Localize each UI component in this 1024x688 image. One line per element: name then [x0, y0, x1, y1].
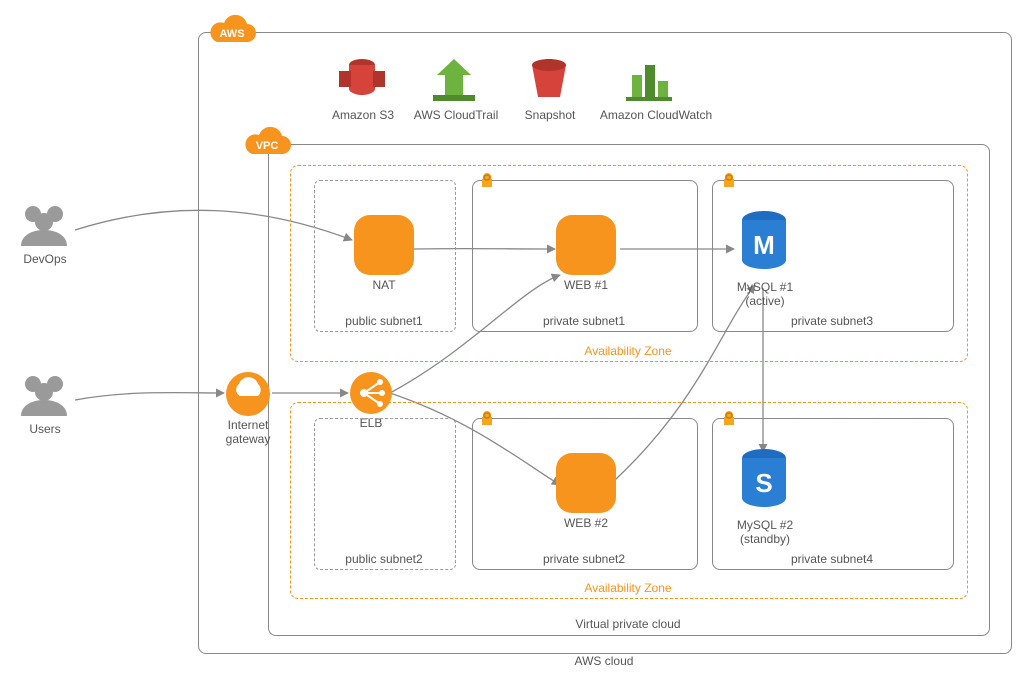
mysql2-role: (standby)	[720, 532, 810, 546]
lock-icon	[722, 410, 736, 426]
internet-gateway-icon	[226, 372, 270, 416]
lock-icon	[480, 410, 494, 426]
users-icon	[15, 370, 75, 420]
diagram: AWS cloud AWS Amazon S3 AWS CloudTrail S…	[0, 0, 1024, 688]
svg-text:M: M	[753, 230, 775, 260]
web1-label: WEB #1	[536, 278, 636, 292]
snapshot-label: Snapshot	[510, 108, 590, 122]
lock-icon	[480, 172, 494, 188]
users-label: Users	[10, 422, 80, 436]
az1-label: Availability Zone	[290, 344, 966, 358]
private-subnet1-label: private subnet1	[472, 314, 696, 328]
igw-label2: gateway	[210, 432, 286, 446]
private-subnet2-label: private subnet2	[472, 552, 696, 566]
mysql1-icon: M	[738, 210, 790, 278]
public-subnet1-label: public subnet1	[314, 314, 454, 328]
az2-label: Availability Zone	[290, 581, 966, 595]
mysql2-name: MySQL #2	[720, 518, 810, 532]
public-subnet2	[314, 418, 456, 570]
cloudwatch-icon	[622, 55, 676, 105]
svg-text:S: S	[755, 468, 772, 498]
aws-cloud-label: AWS cloud	[198, 654, 1010, 668]
vpc-label: Virtual private cloud	[268, 617, 988, 631]
cloudtrail-label: AWS CloudTrail	[406, 108, 506, 122]
cloudwatch-label: Amazon CloudWatch	[596, 108, 716, 122]
web2-node	[556, 453, 616, 513]
web1-node	[556, 215, 616, 275]
nat-node	[354, 215, 414, 275]
devops-icon	[15, 200, 75, 250]
mysql1-name: MySQL #1	[720, 280, 810, 294]
elb-icon	[350, 372, 392, 414]
mysql2-icon: S	[738, 448, 790, 516]
cloudtrail-icon	[427, 55, 481, 105]
devops-label: DevOps	[10, 252, 80, 266]
vpc-badge-icon: VPC	[240, 126, 294, 162]
lock-icon	[722, 172, 736, 188]
aws-badge-text: AWS	[219, 28, 244, 40]
private-subnet4-label: private subnet4	[712, 552, 952, 566]
web2-label: WEB #2	[536, 516, 636, 530]
s3-icon	[335, 55, 389, 105]
public-subnet2-label: public subnet2	[314, 552, 454, 566]
nat-label: NAT	[334, 278, 434, 292]
vpc-badge-text: VPC	[256, 140, 279, 152]
mysql1-role: (active)	[720, 294, 810, 308]
private-subnet3-label: private subnet3	[712, 314, 952, 328]
aws-badge-icon: AWS	[205, 14, 259, 50]
snapshot-icon	[524, 55, 574, 105]
s3-label: Amazon S3	[318, 108, 408, 122]
igw-label1: Internet	[210, 418, 286, 432]
